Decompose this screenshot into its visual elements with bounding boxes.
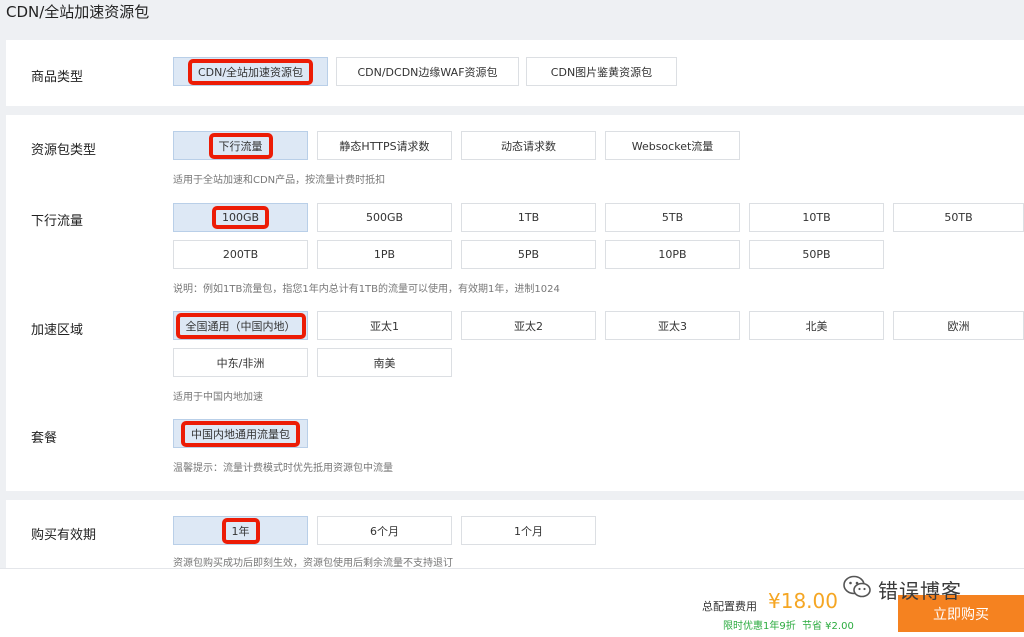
page-title: CDN/全站加速资源包 (6, 3, 150, 21)
option-label: Websocket流量 (631, 139, 714, 153)
region-option-middle-east-africa[interactable]: 中东/非洲 (173, 348, 308, 377)
option-label: 1个月 (514, 524, 543, 538)
option-label: 北美 (805, 319, 828, 333)
validity-label: 购买有效期 (31, 528, 97, 543)
validity-hint: 资源包购买成功后即刻生效，资源包使用后剩余流量不支持退订 (173, 558, 453, 569)
product-type-option-waf[interactable]: CDN/DCDN边缘WAF资源包 (336, 57, 519, 86)
option-label: 6个月 (370, 524, 399, 538)
config-panel: 资源包类型 下行流量 静态HTTPS请求数 动态请求数 Websocket流量 … (6, 115, 1024, 491)
validity-panel: 购买有效期 1年 6个月 1个月 资源包购买成功后即刻生效，资源包使用后剩余流量… (6, 500, 1024, 569)
option-label: 欧洲 (947, 319, 970, 333)
downstream-option-500gb[interactable]: 500GB (317, 203, 452, 232)
option-label: CDN/DCDN边缘WAF资源包 (357, 65, 498, 79)
option-label: 中东/非洲 (216, 356, 265, 370)
option-label: 1年 (221, 517, 260, 544)
option-label: 50PB (802, 248, 831, 261)
region-option-europe[interactable]: 欧洲 (893, 311, 1024, 340)
option-label: CDN/全站加速资源包 (187, 58, 314, 85)
package-type-hint: 适用于全站加速和CDN产品，按流量计费时抵扣 (173, 175, 386, 186)
option-label: 全国通用（中国内地） (175, 312, 306, 339)
promo-text: 限时优惠1年9折 (723, 621, 796, 632)
region-option-apac2[interactable]: 亚太2 (461, 311, 596, 340)
total-label: 总配置费用 (702, 600, 757, 613)
downstream-option-1pb[interactable]: 1PB (317, 240, 452, 269)
plan-label: 套餐 (31, 431, 58, 446)
downstream-option-1tb[interactable]: 1TB (461, 203, 596, 232)
downstream-option-5tb[interactable]: 5TB (605, 203, 740, 232)
region-option-south-america[interactable]: 南美 (317, 348, 452, 377)
downstream-hint: 说明：例如1TB流量包，指您1年内总计有1TB的流量可以使用，有效期1年，进制1… (173, 284, 560, 295)
option-label: CDN图片鉴黄资源包 (550, 65, 653, 79)
product-type-panel: 商品类型 CDN/全站加速资源包 CDN/DCDN边缘WAF资源包 CDN图片鉴… (6, 40, 1024, 106)
plan-option-mainland-traffic[interactable]: 中国内地通用流量包 (173, 419, 308, 448)
option-label: 200TB (222, 248, 259, 261)
option-label: 1PB (373, 248, 396, 261)
option-label: 50TB (944, 211, 973, 224)
product-type-option-cdn[interactable]: CDN/全站加速资源包 (173, 57, 328, 86)
region-option-mainland[interactable]: 全国通用（中国内地） (173, 311, 308, 340)
option-label: 亚太2 (514, 319, 543, 333)
downstream-label: 下行流量 (31, 214, 84, 229)
option-label: 动态请求数 (501, 139, 556, 153)
validity-option-1-month[interactable]: 1个月 (461, 516, 596, 545)
downstream-option-50tb[interactable]: 50TB (893, 203, 1024, 232)
plan-hint: 温馨提示：流量计费模式时优先抵用资源包中流量 (173, 463, 393, 474)
downstream-option-50pb[interactable]: 50PB (749, 240, 884, 269)
product-type-label: 商品类型 (31, 70, 84, 85)
savings-text: 节省 ¥2.00 (802, 621, 854, 632)
total-price: ¥18.00 (768, 589, 838, 613)
option-label: 下行流量 (208, 132, 273, 159)
watermark-text: 错误博客 (878, 578, 962, 603)
package-type-option-https[interactable]: 静态HTTPS请求数 (317, 131, 452, 160)
downstream-option-200tb[interactable]: 200TB (173, 240, 308, 269)
region-hint: 适用于中国内地加速 (173, 392, 263, 403)
downstream-option-100gb[interactable]: 100GB (173, 203, 308, 232)
region-option-north-america[interactable]: 北美 (749, 311, 884, 340)
option-label: 5TB (661, 211, 684, 224)
option-label: 1TB (517, 211, 540, 224)
downstream-option-5pb[interactable]: 5PB (461, 240, 596, 269)
package-type-label: 资源包类型 (31, 143, 97, 158)
option-label: 500GB (365, 211, 404, 224)
option-label: 中国内地通用流量包 (181, 420, 300, 447)
package-type-option-downstream[interactable]: 下行流量 (173, 131, 308, 160)
downstream-option-10tb[interactable]: 10TB (749, 203, 884, 232)
option-label: 5PB (517, 248, 540, 261)
option-label: 10PB (658, 248, 687, 261)
downstream-option-10pb[interactable]: 10PB (605, 240, 740, 269)
option-label: 亚太3 (658, 319, 687, 333)
package-type-option-dynamic[interactable]: 动态请求数 (461, 131, 596, 160)
product-type-option-image[interactable]: CDN图片鉴黄资源包 (526, 57, 677, 86)
validity-option-1-year[interactable]: 1年 (173, 516, 308, 545)
option-label: 南美 (373, 356, 396, 370)
watermark: 错误博客 (842, 574, 962, 604)
option-label: 10TB (802, 211, 831, 224)
option-label: 静态HTTPS请求数 (339, 139, 430, 153)
wechat-icon (842, 574, 872, 604)
option-label: 100GB (211, 206, 270, 229)
package-type-option-websocket[interactable]: Websocket流量 (605, 131, 740, 160)
region-option-apac3[interactable]: 亚太3 (605, 311, 740, 340)
option-label: 亚太1 (370, 319, 399, 333)
validity-option-6-months[interactable]: 6个月 (317, 516, 452, 545)
region-label: 加速区域 (31, 323, 84, 338)
region-option-apac1[interactable]: 亚太1 (317, 311, 452, 340)
